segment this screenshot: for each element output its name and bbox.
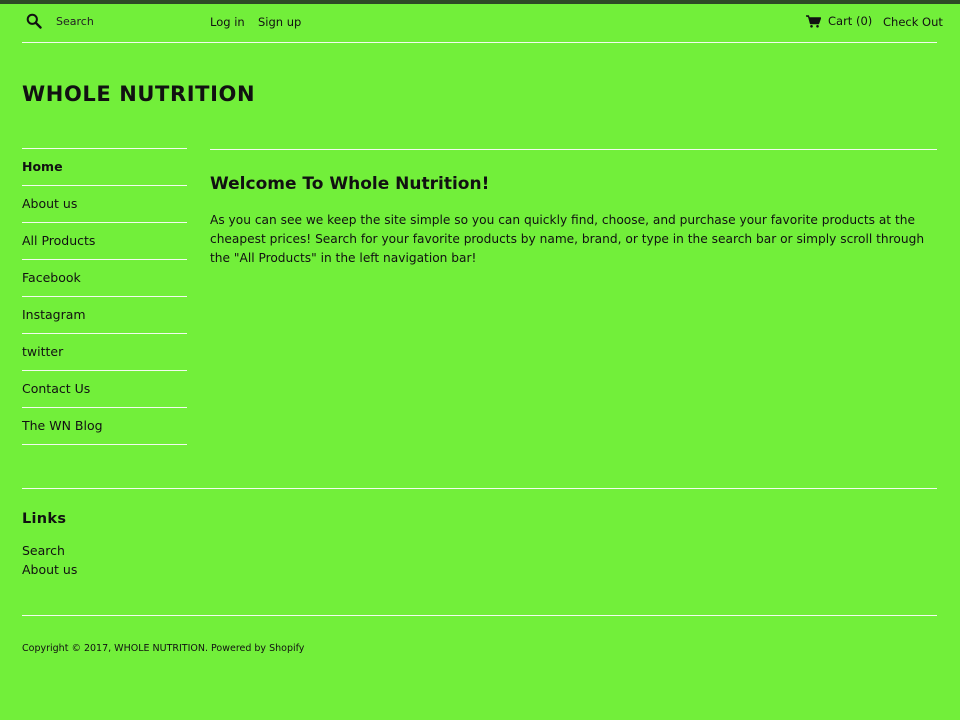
- sidebar-item-facebook[interactable]: Facebook: [22, 259, 187, 296]
- copyright-text: Copyright © 2017, WHOLE NUTRITION. Power…: [22, 643, 305, 654]
- sidebar-nav: Home About us All Products Facebook Inst…: [22, 148, 187, 445]
- welcome-text: As you can see we keep the site simple s…: [210, 213, 925, 265]
- sidebar-item-twitter[interactable]: twitter: [22, 333, 187, 370]
- top-accent-bar: [0, 0, 960, 4]
- sidebar-item-about-us[interactable]: About us: [22, 185, 187, 222]
- footer-divider: [22, 488, 937, 489]
- page-heading: Welcome To Whole Nutrition!: [210, 174, 490, 194]
- search-icon: [26, 13, 42, 29]
- footer-link-about-us[interactable]: About us: [22, 560, 77, 579]
- footer-links: Links Search About us: [22, 511, 77, 579]
- cart-icon: [806, 14, 821, 28]
- signup-link[interactable]: Sign up: [258, 15, 301, 29]
- copyright-divider: [22, 615, 937, 616]
- search-input[interactable]: [56, 12, 196, 30]
- sidebar-item-blog[interactable]: The WN Blog: [22, 407, 187, 445]
- cart-link[interactable]: Cart (0): [806, 14, 872, 28]
- sidebar-item-instagram[interactable]: Instagram: [22, 296, 187, 333]
- checkout-link[interactable]: Check Out: [883, 15, 943, 29]
- cart-label: Cart (0): [828, 14, 873, 28]
- header-divider: [22, 42, 937, 43]
- login-link[interactable]: Log in: [210, 15, 245, 29]
- search-button[interactable]: [26, 13, 42, 29]
- footer-link-search[interactable]: Search: [22, 541, 77, 560]
- sidebar-item-contact-us[interactable]: Contact Us: [22, 370, 187, 407]
- sidebar-item-all-products[interactable]: All Products: [22, 222, 187, 259]
- footer-links-heading: Links: [22, 511, 67, 527]
- main-content: Welcome To Whole Nutrition! As you can s…: [210, 149, 937, 268]
- sidebar-item-home[interactable]: Home: [22, 148, 187, 185]
- site-title[interactable]: WHOLE NUTRITION: [22, 82, 255, 106]
